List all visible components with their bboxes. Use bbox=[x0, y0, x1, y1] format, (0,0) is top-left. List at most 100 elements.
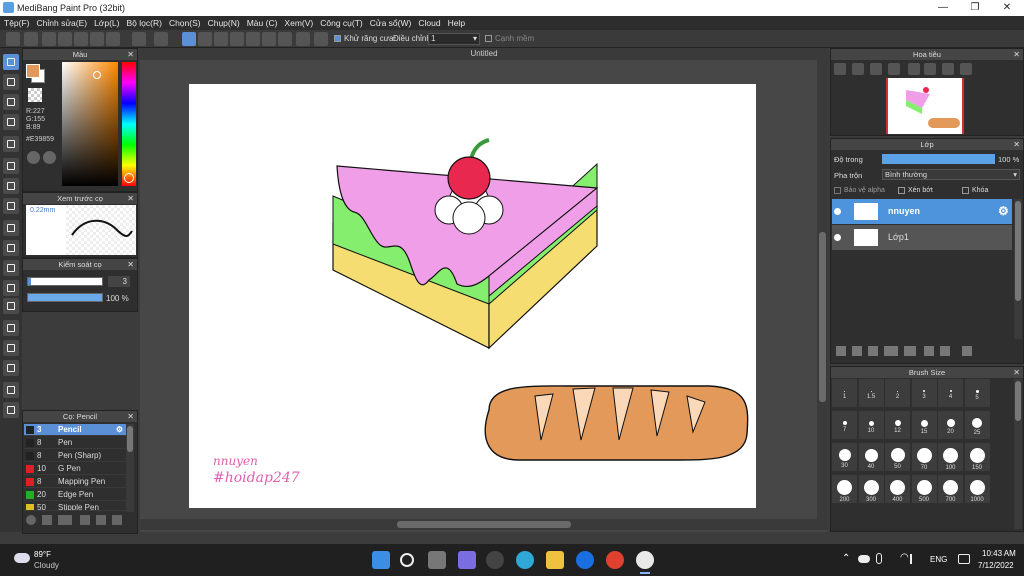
brush-size-option[interactable]: 700 bbox=[938, 475, 963, 503]
snap-off-icon[interactable] bbox=[182, 32, 196, 46]
paper[interactable]: nnuyen #hoidap247 bbox=[189, 84, 756, 508]
folder-icon[interactable] bbox=[96, 515, 106, 525]
file-explorer-icon[interactable] bbox=[546, 551, 564, 569]
brush-size-option[interactable]: 25 bbox=[964, 411, 990, 439]
new-halftone-layer-icon[interactable] bbox=[852, 346, 862, 356]
brush-size-option[interactable]: 20 bbox=[938, 411, 963, 439]
snap-radial-icon[interactable] bbox=[246, 32, 260, 46]
brush-item-pen-sharp[interactable]: 8 Pen (Sharp) bbox=[24, 450, 126, 462]
close-icon[interactable]: ✕ bbox=[127, 49, 134, 60]
brush-menu-icon[interactable] bbox=[58, 515, 72, 525]
hue-slider-handle[interactable] bbox=[124, 173, 134, 183]
gradient-tool-icon[interactable] bbox=[3, 198, 19, 214]
brush-size-option[interactable]: 4 bbox=[938, 379, 963, 407]
close-icon[interactable]: ✕ bbox=[127, 411, 134, 422]
brush-size-option[interactable]: 2 bbox=[885, 379, 910, 407]
search-icon[interactable] bbox=[400, 553, 414, 567]
snap-vanish-icon[interactable] bbox=[230, 32, 244, 46]
shape-tool-icon[interactable] bbox=[3, 94, 19, 110]
menu-layer[interactable]: Lớp(L) bbox=[94, 16, 119, 30]
brush-settings-icon[interactable] bbox=[80, 515, 90, 525]
brush-size-option[interactable]: 12 bbox=[885, 411, 910, 439]
operation-tool-icon[interactable] bbox=[3, 340, 19, 356]
close-icon[interactable]: ✕ bbox=[127, 193, 134, 204]
page-manage-icon[interactable] bbox=[90, 32, 104, 46]
layer-menu-icon[interactable] bbox=[884, 346, 898, 356]
task-view-icon[interactable] bbox=[428, 551, 446, 569]
brush-size-option[interactable]: 3 bbox=[911, 379, 937, 407]
page-icon[interactable] bbox=[74, 32, 88, 46]
protect-alpha-checkbox[interactable] bbox=[834, 187, 841, 194]
menu-help[interactable]: Help bbox=[448, 16, 465, 30]
text-tool-icon[interactable] bbox=[3, 320, 19, 336]
brush-size-option[interactable]: 10 bbox=[858, 411, 884, 439]
brush-size-option[interactable]: 100 bbox=[938, 443, 963, 471]
cloud-download-icon[interactable] bbox=[26, 515, 36, 525]
navigator-thumbnail[interactable] bbox=[886, 78, 964, 134]
clock-time[interactable]: 10:43 AM bbox=[982, 549, 1016, 558]
magic-wand-tool-icon[interactable] bbox=[3, 260, 19, 276]
volume-icon[interactable] bbox=[910, 554, 920, 564]
weather-temp[interactable]: 89°F bbox=[34, 550, 51, 559]
zoom-in-icon[interactable] bbox=[834, 63, 846, 75]
brush-size-scrollbar[interactable] bbox=[1014, 379, 1022, 529]
brush-size-option[interactable]: 7 bbox=[832, 411, 857, 439]
brush-item-stipple-pen[interactable]: 50 Stipple Pen bbox=[24, 502, 126, 511]
comment-icon[interactable] bbox=[42, 32, 56, 46]
eyedropper-tool-icon[interactable] bbox=[3, 382, 19, 398]
brush-size-option[interactable]: 500 bbox=[911, 475, 937, 503]
clip-checkbox[interactable] bbox=[898, 187, 905, 194]
microphone-icon[interactable] bbox=[876, 553, 882, 564]
menu-snap[interactable]: Chụp(N) bbox=[208, 16, 240, 30]
brush-size-option[interactable]: 300 bbox=[858, 475, 884, 503]
maximize-button[interactable]: ❐ bbox=[960, 1, 990, 15]
blend-mode-select[interactable]: Bình thường ▾ bbox=[882, 169, 1020, 180]
merge-layer-icon[interactable] bbox=[940, 346, 950, 356]
snap-curve-icon[interactable] bbox=[278, 32, 292, 46]
brush-list-scrollbar[interactable] bbox=[126, 424, 134, 512]
menu-window[interactable]: Cửa sổ(W) bbox=[370, 16, 412, 30]
snap-extra-icon[interactable] bbox=[314, 32, 328, 46]
brush-item-edge-pen[interactable]: 20 Edge Pen bbox=[24, 489, 126, 501]
lasso-tool-icon[interactable] bbox=[3, 240, 19, 256]
close-button[interactable]: ✕ bbox=[992, 1, 1022, 15]
sv-picker-handle[interactable] bbox=[93, 71, 101, 79]
flip-icon[interactable] bbox=[960, 63, 972, 75]
medibang-taskbar-icon[interactable] bbox=[636, 551, 654, 569]
close-icon[interactable]: ✕ bbox=[127, 259, 134, 270]
minimize-button[interactable]: — bbox=[928, 1, 958, 15]
layer-scrollbar[interactable] bbox=[1014, 199, 1022, 339]
close-icon[interactable]: ✕ bbox=[1013, 367, 1020, 378]
brush-size-option[interactable]: 1000 bbox=[964, 475, 990, 503]
folder-icon[interactable] bbox=[904, 346, 916, 356]
menu-filter[interactable]: Bộ lọc(R) bbox=[127, 16, 162, 30]
zoom-fit-icon[interactable] bbox=[852, 63, 864, 75]
snap-settings-icon[interactable] bbox=[296, 32, 310, 46]
select-tool-icon[interactable] bbox=[3, 220, 19, 236]
duplicate-icon[interactable] bbox=[112, 515, 122, 525]
brush-item-pencil[interactable]: 3 Pencil ⚙ bbox=[24, 424, 126, 436]
line-tool-icon[interactable] bbox=[3, 114, 19, 130]
network-icon[interactable]: ◠ bbox=[900, 552, 909, 563]
brush-opacity-slider[interactable] bbox=[27, 293, 103, 302]
chrome-icon[interactable] bbox=[606, 551, 624, 569]
bucket-tool-icon[interactable] bbox=[3, 178, 19, 194]
brush-size-value[interactable]: 3 bbox=[108, 276, 130, 287]
brush-item-g-pen[interactable]: 10 G Pen bbox=[24, 463, 126, 475]
select-eraser-tool-icon[interactable] bbox=[3, 298, 19, 314]
fill-rect-tool-icon[interactable] bbox=[3, 158, 19, 174]
menu-tools[interactable]: Công cụ(T) bbox=[320, 16, 363, 30]
menu-edit[interactable]: Chỉnh sửa(E) bbox=[37, 16, 88, 30]
edge-browser-icon[interactable] bbox=[516, 551, 534, 569]
close-icon[interactable]: ✕ bbox=[1013, 139, 1020, 150]
horizontal-scroll-thumb[interactable] bbox=[397, 521, 571, 528]
grid-view-icon[interactable] bbox=[106, 32, 120, 46]
move-tool-icon[interactable] bbox=[3, 136, 19, 152]
snap-parallel-icon[interactable] bbox=[198, 32, 212, 46]
menu-view[interactable]: Xem(V) bbox=[284, 16, 313, 30]
brush-item-pen[interactable]: 8 Pen bbox=[24, 437, 126, 449]
menu-select[interactable]: Chọn(S) bbox=[169, 16, 201, 30]
zoom-out-icon[interactable] bbox=[888, 63, 900, 75]
saturation-value-picker[interactable] bbox=[62, 62, 118, 186]
chevron-up-icon[interactable]: ⌃ bbox=[842, 553, 850, 564]
